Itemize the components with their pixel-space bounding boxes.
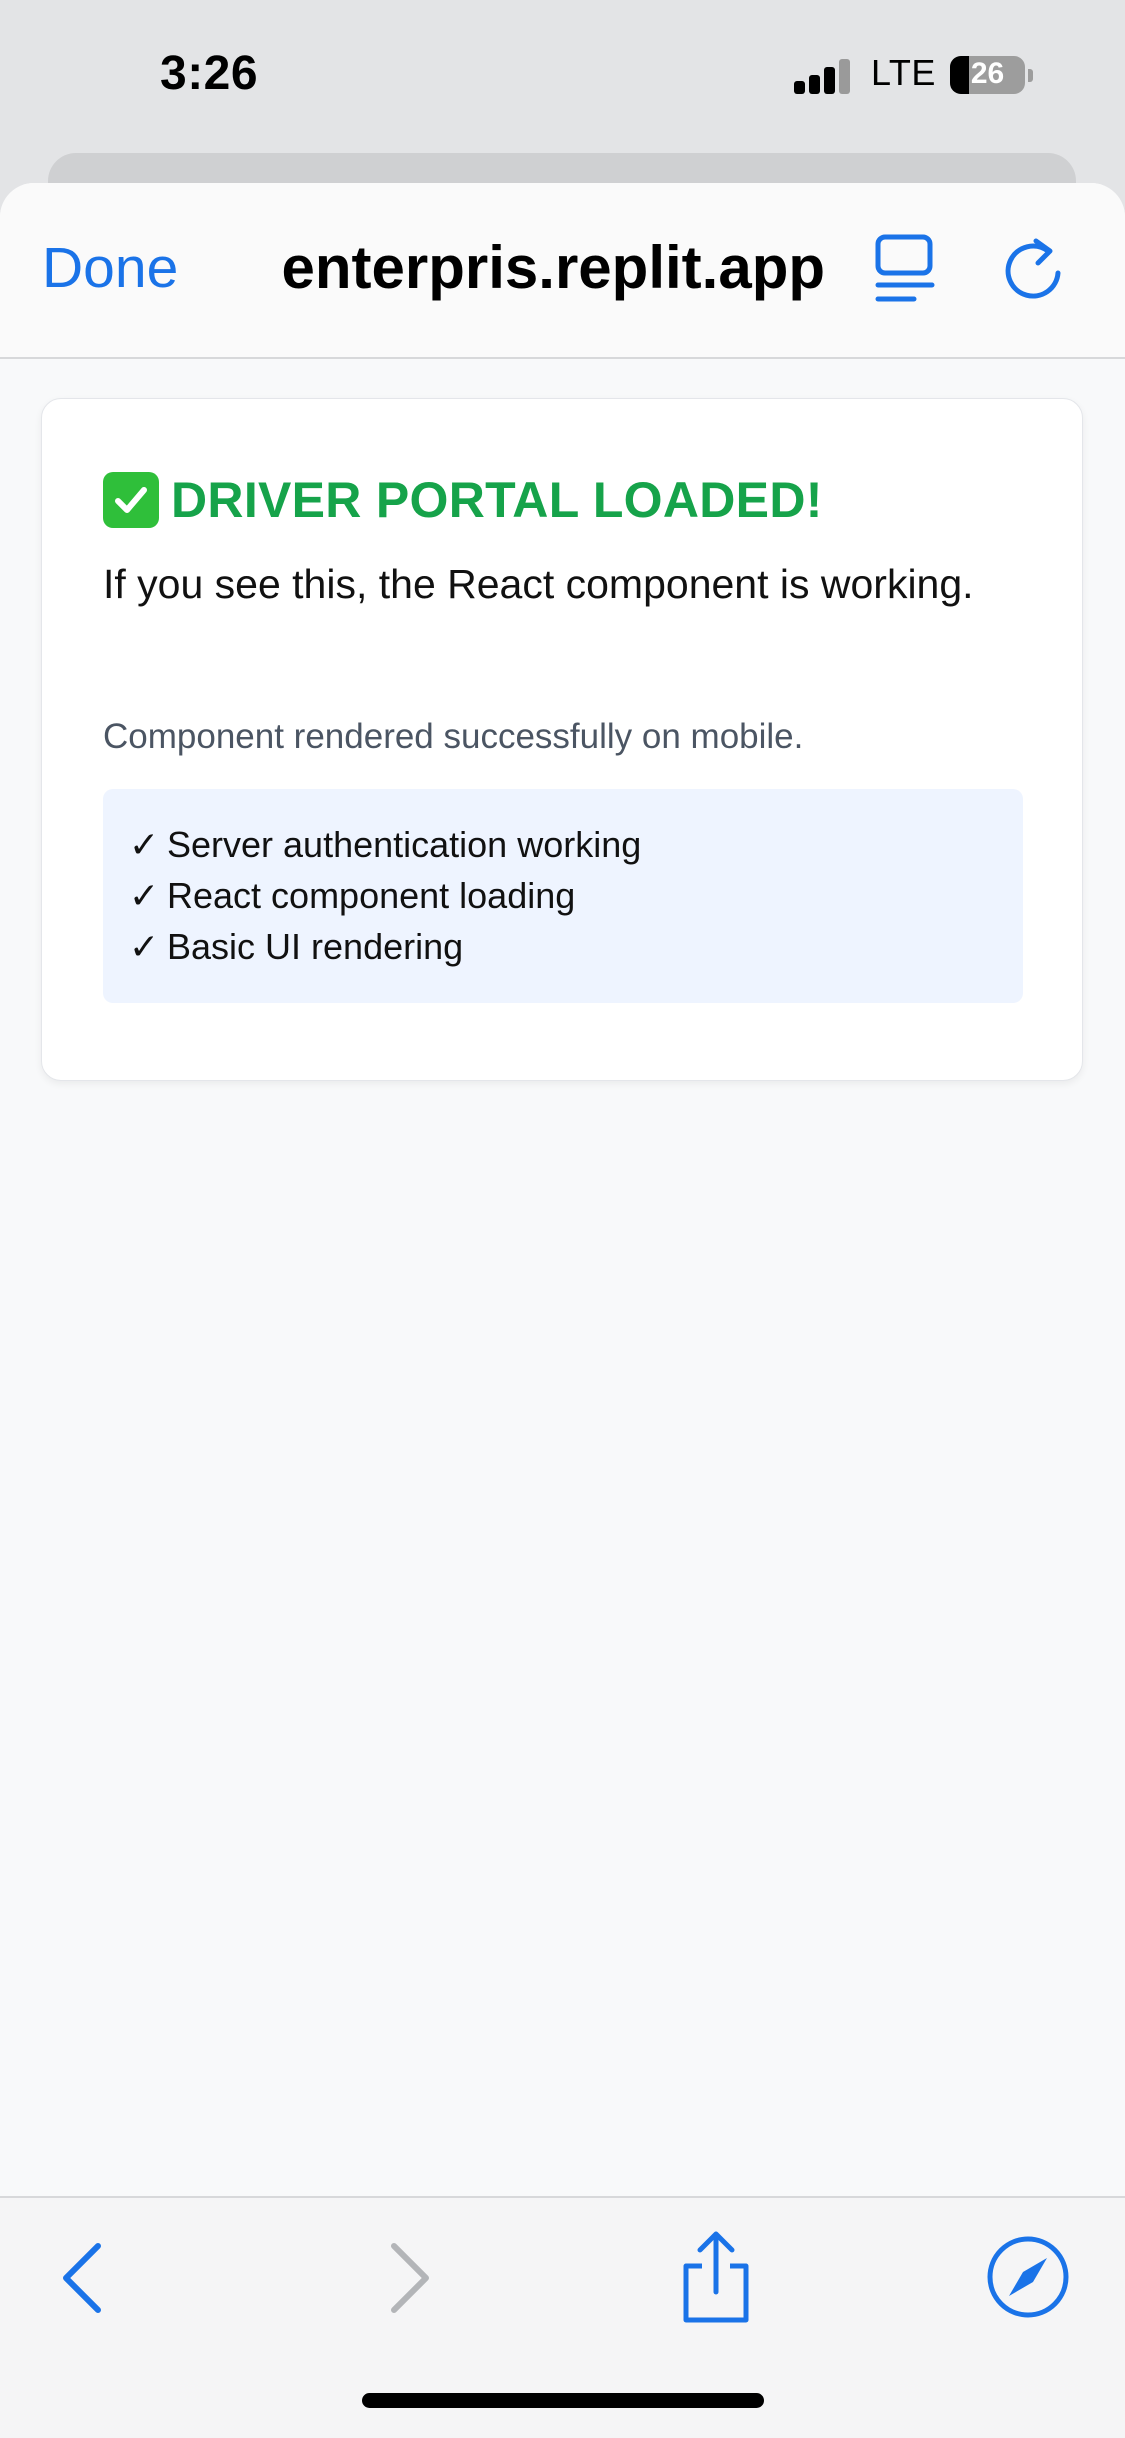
card-title: DRIVER PORTAL LOADED! bbox=[103, 469, 823, 531]
reader-mode-icon[interactable] bbox=[872, 233, 938, 311]
status-time: 3:26 bbox=[160, 47, 259, 100]
status-bar: 3:26 LTE 26 bbox=[0, 0, 1125, 150]
forward-chevron-icon[interactable] bbox=[378, 2238, 438, 2318]
checklist-item-text: React component loading bbox=[167, 875, 576, 916]
compass-icon[interactable] bbox=[985, 2234, 1071, 2320]
card-title-text: DRIVER PORTAL LOADED! bbox=[171, 472, 823, 528]
check-icon: ✓ bbox=[129, 824, 160, 865]
in-app-browser: Done enterpris.replit.app DRIVER PORTAL … bbox=[0, 183, 1125, 2436]
signal-icon bbox=[794, 58, 850, 94]
network-type: LTE bbox=[871, 52, 936, 93]
reload-icon[interactable] bbox=[998, 235, 1068, 307]
checklist-item: ✓ Server authentication working bbox=[129, 819, 1023, 870]
battery-icon: 26 bbox=[950, 56, 1025, 94]
battery-level: 26 bbox=[970, 57, 1005, 90]
back-chevron-icon[interactable] bbox=[54, 2238, 114, 2318]
url-text: enterpris.replit.app bbox=[281, 234, 825, 301]
done-button[interactable]: Done bbox=[42, 235, 178, 301]
url-field[interactable]: enterpris.replit.app bbox=[225, 229, 825, 309]
checklist: ✓ Server authentication working ✓ React co… bbox=[103, 789, 1023, 1003]
checklist-item-text: Server authentication working bbox=[167, 824, 642, 865]
checklist-item: ✓ React component loading bbox=[129, 870, 1023, 921]
card-subtitle: Component rendered successfully on mobil… bbox=[103, 717, 804, 756]
browser-nav-bar: Done enterpris.replit.app bbox=[0, 183, 1125, 359]
battery-cap bbox=[1028, 69, 1033, 82]
card-body-text: If you see this, the React component is … bbox=[103, 561, 974, 607]
checklist-item-text: Basic UI rendering bbox=[167, 926, 464, 967]
check-icon: ✓ bbox=[129, 875, 160, 916]
home-indicator bbox=[362, 2393, 764, 2408]
check-icon: ✓ bbox=[129, 926, 160, 967]
check-mark-button-icon bbox=[103, 472, 159, 528]
checklist-item: ✓ Basic UI rendering bbox=[129, 921, 1023, 972]
share-icon[interactable] bbox=[676, 2228, 756, 2328]
status-card: DRIVER PORTAL LOADED! If you see this, t… bbox=[41, 398, 1083, 1081]
